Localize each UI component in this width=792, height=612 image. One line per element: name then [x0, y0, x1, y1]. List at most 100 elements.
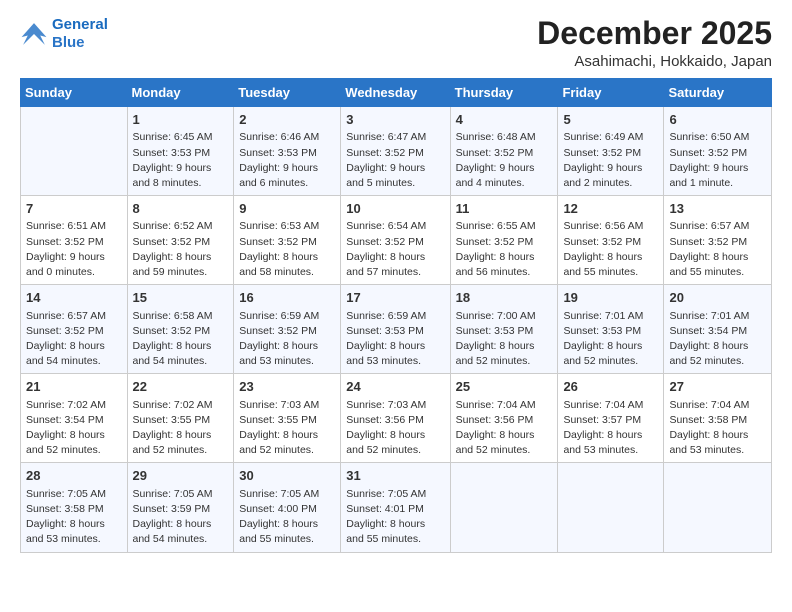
- week-row-5: 28 Sunrise: 7:05 AMSunset: 3:58 PMDayligh…: [21, 463, 772, 552]
- day-info: Sunrise: 6:56 AMSunset: 3:52 PMDaylight:…: [563, 219, 658, 280]
- day-number: 5: [563, 111, 658, 129]
- day-info: Sunrise: 6:57 AMSunset: 3:52 PMDaylight:…: [669, 219, 766, 280]
- week-row-2: 7Sunrise: 6:51 AMSunset: 3:52 PMDaylight…: [21, 196, 772, 285]
- day-info: Sunrise: 7:04 AMSunset: 3:58 PMDaylight:…: [669, 398, 766, 459]
- day-cell: 1Sunrise: 6:45 AMSunset: 3:53 PMDaylight…: [127, 107, 234, 196]
- weekday-friday: Friday: [558, 79, 664, 107]
- day-cell: 4Sunrise: 6:48 AMSunset: 3:52 PMDaylight…: [450, 107, 558, 196]
- location-title: Asahimachi, Hokkaido, Japan: [537, 53, 772, 70]
- day-info: Sunrise: 7:00 AMSunset: 3:53 PMDaylight:…: [456, 309, 553, 370]
- day-number: 13: [669, 200, 766, 218]
- day-number: 26: [563, 378, 658, 396]
- day-info: Sunrise: 6:47 AMSunset: 3:52 PMDaylight:…: [346, 130, 444, 191]
- day-number: 21: [26, 378, 122, 396]
- day-number: 31: [346, 467, 444, 485]
- day-number: 23: [239, 378, 335, 396]
- day-cell: 8Sunrise: 6:52 AMSunset: 3:52 PMDaylight…: [127, 196, 234, 285]
- day-info: Sunrise: 6:50 AMSunset: 3:52 PMDaylight:…: [669, 130, 766, 191]
- day-number: 24: [346, 378, 444, 396]
- day-info: Sunrise: 7:03 AMSunset: 3:56 PMDaylight:…: [346, 398, 444, 459]
- month-title: December 2025: [537, 16, 772, 51]
- day-cell: 28 Sunrise: 7:05 AMSunset: 3:58 PMDayligh…: [21, 463, 128, 552]
- day-cell: 31 Sunrise: 7:05 AMSunset: 4:01 PMDayligh…: [341, 463, 450, 552]
- day-info: Sunrise: 6:59 AMSunset: 3:52 PMDaylight:…: [239, 309, 335, 370]
- day-info: Sunrise: 7:05 AMSunset: 4:01 PMDaylight:…: [346, 487, 444, 548]
- day-number: 16: [239, 289, 335, 307]
- day-number: 1: [133, 111, 229, 129]
- day-cell: 9Sunrise: 6:53 AMSunset: 3:52 PMDaylight…: [234, 196, 341, 285]
- day-info: Sunrise: 7:05 AMSunset: 3:58 PMDaylight:…: [26, 487, 122, 548]
- day-number: 4: [456, 111, 553, 129]
- day-number: 28: [26, 467, 122, 485]
- day-number: 25: [456, 378, 553, 396]
- day-info: Sunrise: 6:51 AMSunset: 3:52 PMDaylight:…: [26, 219, 122, 280]
- day-info: Sunrise: 6:57 AMSunset: 3:52 PMDaylight:…: [26, 309, 122, 370]
- day-cell: 10Sunrise: 6:54 AMSunset: 3:52 PMDayligh…: [341, 196, 450, 285]
- day-info: Sunrise: 7:04 AMSunset: 3:56 PMDaylight:…: [456, 398, 553, 459]
- day-cell: 18 Sunrise: 7:00 AMSunset: 3:53 PMDayligh…: [450, 285, 558, 374]
- day-cell: 13Sunrise: 6:57 AMSunset: 3:52 PMDayligh…: [664, 196, 772, 285]
- weekday-sunday: Sunday: [21, 79, 128, 107]
- day-number: 2: [239, 111, 335, 129]
- day-cell: 29 Sunrise: 7:05 AMSunset: 3:59 PMDayligh…: [127, 463, 234, 552]
- logo-line2: Blue: [52, 34, 108, 52]
- day-cell: 16 Sunrise: 6:59 AMSunset: 3:52 PMDayligh…: [234, 285, 341, 374]
- day-info: Sunrise: 7:05 AMSunset: 3:59 PMDaylight:…: [133, 487, 229, 548]
- day-cell: 7Sunrise: 6:51 AMSunset: 3:52 PMDaylight…: [21, 196, 128, 285]
- day-cell: 23 Sunrise: 7:03 AMSunset: 3:55 PMDayligh…: [234, 374, 341, 463]
- day-cell: 22Sunrise: 7:02 AMSunset: 3:55 PMDayligh…: [127, 374, 234, 463]
- day-cell: 14Sunrise: 6:57 AMSunset: 3:52 PMDayligh…: [21, 285, 128, 374]
- header: General Blue December 2025 Asahimachi, H…: [20, 16, 772, 70]
- day-number: 27: [669, 378, 766, 396]
- day-number: 18: [456, 289, 553, 307]
- day-cell: 26 Sunrise: 7:04 AMSunset: 3:57 PMDayligh…: [558, 374, 664, 463]
- day-number: 6: [669, 111, 766, 129]
- weekday-monday: Monday: [127, 79, 234, 107]
- day-number: 10: [346, 200, 444, 218]
- logo-line1: General: [52, 16, 108, 34]
- day-number: 11: [456, 200, 553, 218]
- day-number: 8: [133, 200, 229, 218]
- logo-icon: [20, 20, 48, 48]
- day-cell: 24 Sunrise: 7:03 AMSunset: 3:56 PMDayligh…: [341, 374, 450, 463]
- title-block: December 2025 Asahimachi, Hokkaido, Japa…: [537, 16, 772, 70]
- day-cell: 12Sunrise: 6:56 AMSunset: 3:52 PMDayligh…: [558, 196, 664, 285]
- day-info: Sunrise: 7:04 AMSunset: 3:57 PMDaylight:…: [563, 398, 658, 459]
- week-row-4: 21 Sunrise: 7:02 AMSunset: 3:54 PMDayligh…: [21, 374, 772, 463]
- day-info: Sunrise: 6:45 AMSunset: 3:53 PMDaylight:…: [133, 130, 229, 191]
- weekday-saturday: Saturday: [664, 79, 772, 107]
- day-cell: 6Sunrise: 6:50 AMSunset: 3:52 PMDaylight…: [664, 107, 772, 196]
- day-cell: 2Sunrise: 6:46 AMSunset: 3:53 PMDaylight…: [234, 107, 341, 196]
- day-number: 7: [26, 200, 122, 218]
- day-info: Sunrise: 7:05 AMSunset: 4:00 PMDaylight:…: [239, 487, 335, 548]
- day-cell: 25 Sunrise: 7:04 AMSunset: 3:56 PMDayligh…: [450, 374, 558, 463]
- day-cell: 5Sunrise: 6:49 AMSunset: 3:52 PMDaylight…: [558, 107, 664, 196]
- day-cell: [450, 463, 558, 552]
- day-number: 3: [346, 111, 444, 129]
- day-info: Sunrise: 7:02 AMSunset: 3:54 PMDaylight:…: [26, 398, 122, 459]
- day-cell: 15Sunrise: 6:58 AMSunset: 3:52 PMDayligh…: [127, 285, 234, 374]
- weekday-thursday: Thursday: [450, 79, 558, 107]
- day-info: Sunrise: 6:46 AMSunset: 3:53 PMDaylight:…: [239, 130, 335, 191]
- day-info: Sunrise: 6:55 AMSunset: 3:52 PMDaylight:…: [456, 219, 553, 280]
- day-number: 17: [346, 289, 444, 307]
- day-info: Sunrise: 7:03 AMSunset: 3:55 PMDaylight:…: [239, 398, 335, 459]
- day-cell: 30 Sunrise: 7:05 AMSunset: 4:00 PMDayligh…: [234, 463, 341, 552]
- day-cell: [558, 463, 664, 552]
- day-number: 20: [669, 289, 766, 307]
- day-info: Sunrise: 6:54 AMSunset: 3:52 PMDaylight:…: [346, 219, 444, 280]
- weekday-tuesday: Tuesday: [234, 79, 341, 107]
- day-info: Sunrise: 6:52 AMSunset: 3:52 PMDaylight:…: [133, 219, 229, 280]
- day-info: Sunrise: 6:53 AMSunset: 3:52 PMDaylight:…: [239, 219, 335, 280]
- day-cell: 27 Sunrise: 7:04 AMSunset: 3:58 PMDayligh…: [664, 374, 772, 463]
- day-cell: 3Sunrise: 6:47 AMSunset: 3:52 PMDaylight…: [341, 107, 450, 196]
- day-number: 22: [133, 378, 229, 396]
- day-cell: 11Sunrise: 6:55 AMSunset: 3:52 PMDayligh…: [450, 196, 558, 285]
- day-number: 30: [239, 467, 335, 485]
- day-cell: 21 Sunrise: 7:02 AMSunset: 3:54 PMDayligh…: [21, 374, 128, 463]
- day-number: 15: [133, 289, 229, 307]
- day-number: 19: [563, 289, 658, 307]
- week-row-1: 1Sunrise: 6:45 AMSunset: 3:53 PMDaylight…: [21, 107, 772, 196]
- day-cell: 19Sunrise: 7:01 AMSunset: 3:53 PMDayligh…: [558, 285, 664, 374]
- day-number: 29: [133, 467, 229, 485]
